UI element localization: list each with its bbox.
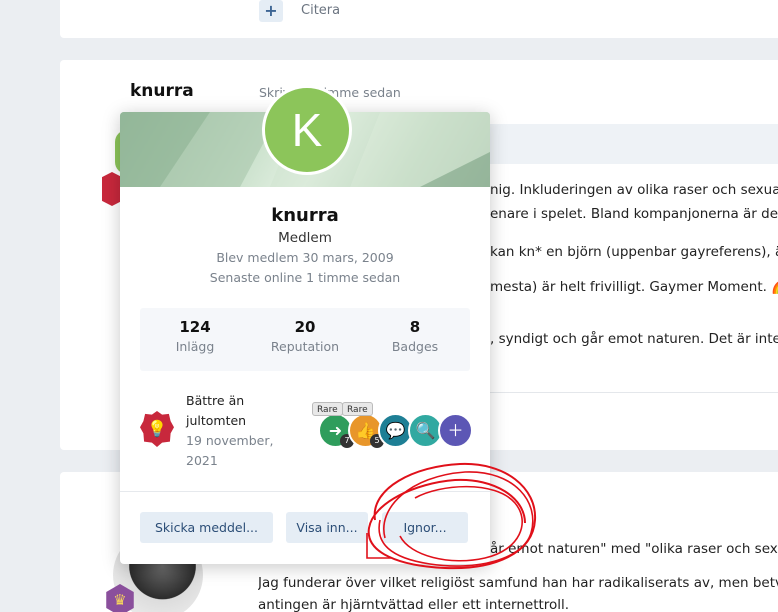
author-rank-badge	[102, 172, 122, 206]
stat-label: Badges	[391, 339, 439, 354]
rank-title: Bättre än jultomten	[186, 393, 247, 428]
stat-reputation: 20 Reputation	[250, 308, 360, 371]
quote-plus-icon[interactable]: +	[259, 0, 283, 22]
rank-lightbulb-icon: 💡	[140, 411, 174, 447]
post-text-line: kan kn* en björn (uppenbar gayreferens),…	[490, 244, 778, 260]
profile-joined-date: Blev medlem 30 mars, 2009	[216, 250, 394, 265]
post-author-name[interactable]: knurra	[130, 81, 194, 101]
post-text-line: antingen är hjärntvättad eller ett inter…	[258, 597, 570, 612]
profile-stats: 124 Inlägg 20 Reputation 8 Badges	[140, 308, 470, 371]
stat-label: Reputation	[270, 339, 340, 354]
send-message-button[interactable]: Skicka meddel...	[140, 512, 273, 543]
plus-badge-icon[interactable]: ＋	[438, 413, 473, 448]
post-text-line: , syndigt och går emot naturen. Det är i…	[490, 331, 778, 347]
stat-label: Inlägg	[175, 339, 215, 354]
view-content-button[interactable]: Visa inn...	[286, 512, 368, 543]
profile-avatar[interactable]: K	[262, 85, 352, 175]
quote-block	[489, 124, 778, 164]
stat-posts: 124 Inlägg	[140, 308, 250, 371]
post-text-line: mesta) är helt frivilligt. Gaymer Moment…	[490, 279, 778, 295]
post-text-line: Jag funderar över vilket religiöst samfu…	[258, 575, 778, 591]
ignore-button[interactable]: Ignor...	[382, 512, 468, 543]
post-text-line: år emot naturen" med "olika raser och se…	[490, 541, 778, 557]
rare-tag: Rare	[312, 402, 343, 416]
popup-divider	[120, 491, 490, 492]
stat-value: 20	[294, 318, 316, 336]
profile-name[interactable]: knurra	[120, 205, 490, 226]
profile-role: Medlem	[278, 230, 332, 246]
stat-badges: 8 Badges	[360, 308, 470, 371]
post-card-previous	[60, 0, 778, 38]
badge-list: ➜ Rare 7 👍 Rare 5 💬 🔍 ＋	[312, 402, 478, 448]
post-text-line: nig. Inkluderingen av olika raser och se…	[490, 182, 778, 198]
stat-value: 124	[179, 318, 211, 336]
rank-date: 19 november, 2021	[186, 433, 274, 468]
stat-value: 8	[409, 318, 421, 336]
post-divider	[490, 392, 778, 393]
quote-button[interactable]: Citera	[301, 3, 340, 18]
user-hovercard: K knurra Medlem Blev medlem 30 mars, 200…	[120, 85, 490, 564]
post-text-line: enare i spelet. Bland kompanjonerna är d…	[490, 206, 778, 222]
profile-last-online: Senaste online 1 timme sedan	[209, 270, 401, 285]
rare-tag: Rare	[342, 402, 373, 416]
